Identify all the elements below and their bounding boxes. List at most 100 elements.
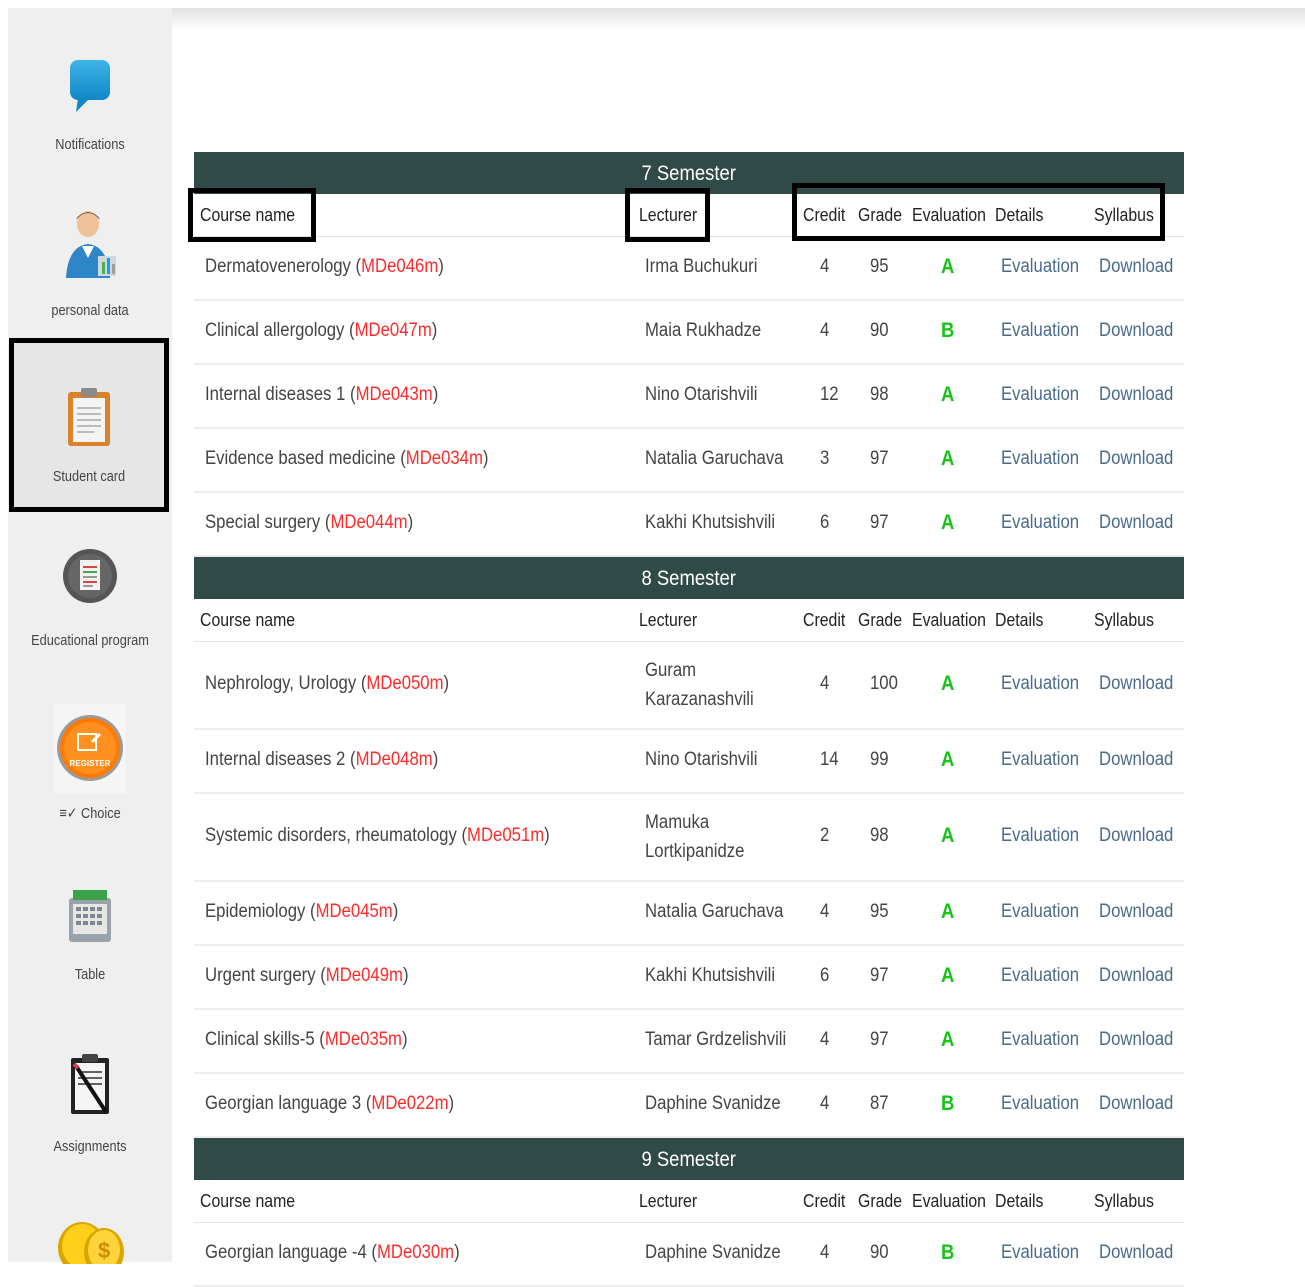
document-circle-icon xyxy=(8,548,172,609)
sidebar-item-assignments[interactable]: Assignments xyxy=(8,1052,172,1158)
sidebar-nav: Notifications personal data Student card Ed… xyxy=(8,8,172,1276)
download-link[interactable]: Download xyxy=(1099,384,1173,406)
course-code: MDe034m xyxy=(405,448,483,469)
download-link[interactable]: Download xyxy=(1099,901,1173,923)
download-link[interactable]: Download xyxy=(1099,1029,1173,1051)
column-header-credit: Credit xyxy=(803,205,846,225)
download-link[interactable]: Download xyxy=(1099,749,1173,771)
sidebar-item-coins[interactable]: $ xyxy=(8,1214,172,1276)
evaluation-link[interactable]: Evaluation xyxy=(1001,320,1079,342)
lecturer-name-line: Maia Rukhadze xyxy=(645,320,762,341)
evaluation-link[interactable]: Evaluation xyxy=(1001,1029,1079,1051)
clipboard-icon xyxy=(11,386,167,453)
credit-value: 4 xyxy=(820,901,830,922)
lecturer-name: Mamuka Lortkipanidze xyxy=(645,808,744,866)
course-code: MDe049m xyxy=(325,965,403,986)
course-title: Georgian language 3 xyxy=(205,1093,362,1114)
table-row: Georgian language -4 (MDe030m) Daphine Sv… xyxy=(194,1223,1184,1287)
column-header-details: Details xyxy=(995,205,1044,225)
credit-value: 6 xyxy=(820,512,830,533)
evaluation-link[interactable]: Evaluation xyxy=(1001,512,1079,534)
credit-value: 12 xyxy=(820,384,839,405)
download-link[interactable]: Download xyxy=(1099,512,1173,534)
sidebar-item-label: Notifications xyxy=(55,136,125,153)
speech-bubble-icon xyxy=(8,58,172,119)
column-header-syllabus: Syllabus xyxy=(1094,205,1154,225)
table-row: Epidemiology (MDe045m) Natalia Garuchava 4… xyxy=(194,882,1184,946)
sidebar-item-label: Educational program xyxy=(31,632,149,649)
course-code: MDe030m xyxy=(376,1242,455,1263)
table-row: Clinical allergology (MDe047m) Maia Rukha… xyxy=(194,301,1184,365)
semester-title: 9 Semester xyxy=(641,1148,737,1171)
lecturer-name-line: Tamar Grdzelishvili xyxy=(645,1029,787,1050)
evaluation-grade: A xyxy=(941,748,955,771)
evaluation-grade: A xyxy=(941,824,955,847)
evaluation-link[interactable]: Evaluation xyxy=(1001,448,1079,470)
download-link[interactable]: Download xyxy=(1099,965,1173,987)
column-header-grade: Grade xyxy=(858,1191,903,1211)
svg-text:REGISTER: REGISTER xyxy=(70,759,111,768)
table-row: Dermatovenerology (MDe046m) Irma Buchukur… xyxy=(194,237,1184,301)
download-link[interactable]: Download xyxy=(1099,1242,1173,1264)
course-title: Special surgery xyxy=(205,512,321,533)
sidebar-item-notifications[interactable]: Notifications xyxy=(8,58,172,162)
evaluation-grade: B xyxy=(941,319,955,342)
column-header-row: Course name Lecturer Credit Grade Evaluation… xyxy=(194,599,1184,642)
calculator-table-icon xyxy=(8,888,172,949)
download-link[interactable]: Download xyxy=(1099,1093,1173,1115)
sidebar-item-student-card[interactable]: Student card xyxy=(9,338,169,512)
sidebar-item-label: Table xyxy=(74,966,106,983)
column-header-grade: Grade xyxy=(858,610,903,630)
course-name: Dermatovenerology (MDe046m) xyxy=(205,256,444,277)
sidebar-item-personal-data[interactable]: personal data xyxy=(8,208,172,328)
lecturer-name: Tamar Grdzelishvili xyxy=(645,1029,786,1051)
evaluation-grade: A xyxy=(941,511,955,534)
lecturer-name-line: Irma Buchukuri xyxy=(645,256,758,277)
lecturer-name-line: Karazanashvili xyxy=(645,689,754,710)
evaluation-link[interactable]: Evaluation xyxy=(1001,673,1079,695)
lecturer-name-line: Nino Otarishvili xyxy=(645,384,758,405)
lecturer-name: Kakhi Khutsishvili xyxy=(645,965,775,987)
credit-value: 4 xyxy=(820,256,830,277)
evaluation-link[interactable]: Evaluation xyxy=(1001,1093,1079,1115)
download-link[interactable]: Download xyxy=(1099,320,1173,342)
lecturer-name-line: Natalia Garuchava xyxy=(645,448,784,469)
evaluation-link[interactable]: Evaluation xyxy=(1001,256,1079,278)
sidebar-item-label: ≡✓ Choice xyxy=(59,805,121,822)
evaluation-link[interactable]: Evaluation xyxy=(1001,384,1079,406)
column-header-lecturer: Lecturer xyxy=(639,1191,698,1211)
column-header-course: Course name xyxy=(200,610,296,630)
column-header-course: Course name xyxy=(200,205,296,225)
course-code: MDe045m xyxy=(315,901,393,922)
evaluation-link[interactable]: Evaluation xyxy=(1001,825,1079,847)
credit-value: 6 xyxy=(820,965,830,986)
lecturer-name-line: Daphine Svanidze xyxy=(645,1093,781,1114)
sidebar-item-table[interactable]: Table xyxy=(8,888,172,988)
download-link[interactable]: Download xyxy=(1099,825,1173,847)
download-link[interactable]: Download xyxy=(1099,448,1173,470)
lecturer-name-line: Nino Otarishvili xyxy=(645,749,758,770)
course-name: Internal diseases 1 (MDe043m) xyxy=(205,384,439,405)
lecturer-name: Natalia Garuchava xyxy=(645,901,783,923)
lecturer-name: Irma Buchukuri xyxy=(645,256,757,278)
table-row: Internal diseases 1 (MDe043m) Nino Otaris… xyxy=(194,365,1184,429)
download-link[interactable]: Download xyxy=(1099,673,1173,695)
evaluation-link[interactable]: Evaluation xyxy=(1001,1242,1079,1264)
course-code: MDe046m xyxy=(361,256,439,277)
course-title: Dermatovenerology xyxy=(205,256,351,277)
course-title: Nephrology, Urology xyxy=(205,673,357,694)
evaluation-link[interactable]: Evaluation xyxy=(1001,901,1079,923)
sidebar-item-choice[interactable]: REGISTER ≡✓ Choice xyxy=(8,704,172,834)
grade-value: 100 xyxy=(870,673,898,694)
semester-header: 9 Semester xyxy=(194,1138,1184,1180)
sidebar-item-educational-program[interactable]: Educational program xyxy=(8,548,172,658)
evaluation-link[interactable]: Evaluation xyxy=(1001,749,1079,771)
course-name: Urgent surgery (MDe049m) xyxy=(205,965,409,986)
course-title: Epidemiology xyxy=(205,901,306,922)
course-title: Evidence based medicine xyxy=(205,448,396,469)
evaluation-grade: A xyxy=(941,964,955,987)
evaluation-link[interactable]: Evaluation xyxy=(1001,965,1079,987)
credit-value: 3 xyxy=(820,448,830,469)
semester-title: 8 Semester xyxy=(641,567,737,590)
download-link[interactable]: Download xyxy=(1099,256,1173,278)
